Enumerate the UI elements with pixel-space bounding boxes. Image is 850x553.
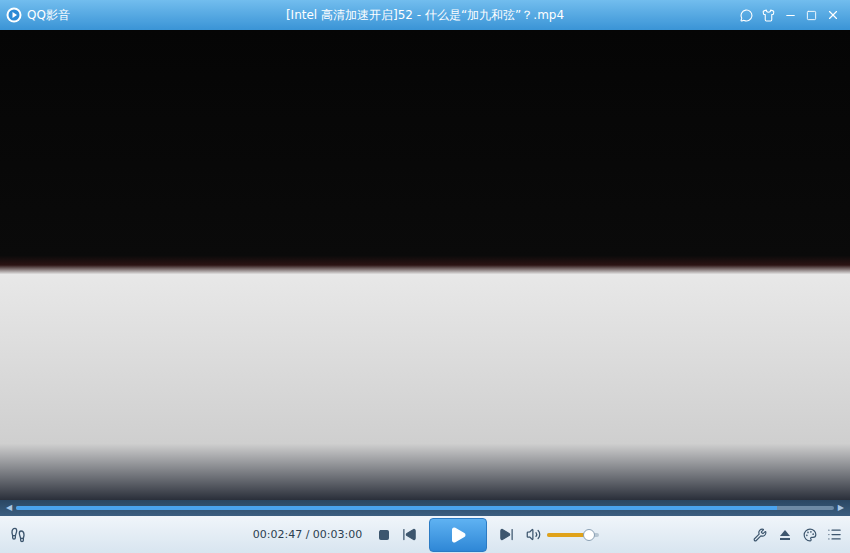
progress-strip: ◀▶ — [0, 500, 850, 516]
minimize-icon[interactable] — [784, 9, 797, 22]
progress-fill — [16, 506, 776, 510]
stop-icon[interactable] — [378, 529, 390, 541]
settings-icon[interactable] — [753, 528, 767, 542]
volume-control — [526, 527, 599, 542]
play-icon — [449, 526, 467, 544]
previous-icon[interactable] — [402, 527, 417, 542]
app-brand: QQ影音 — [6, 7, 278, 24]
volume-slider[interactable] — [547, 533, 599, 537]
seek-back-icon[interactable]: ◀ — [6, 504, 12, 512]
close-icon[interactable] — [826, 8, 840, 22]
color-icon[interactable] — [803, 528, 817, 542]
volume-knob[interactable] — [583, 529, 595, 541]
footprints-icon[interactable] — [10, 527, 26, 543]
app-logo-icon — [6, 7, 22, 23]
maximize-icon[interactable] — [806, 10, 817, 21]
time-display: 00:02:47 / 00:03:00 — [253, 528, 363, 541]
player-window: QQ影音[Intel 高清加速开启]52 - 什么是“加九和弦”？.mp4◀▶0… — [0, 0, 850, 553]
video-frame[interactable] — [0, 30, 850, 500]
control-bar: 00:02:47 / 00:03:00 — [0, 516, 850, 553]
play-button[interactable] — [429, 518, 487, 552]
chat-icon[interactable] — [740, 9, 753, 22]
seek-forward-icon[interactable]: ▶ — [838, 504, 844, 512]
volume-icon[interactable] — [526, 527, 541, 542]
playlist-icon[interactable] — [827, 527, 842, 542]
progress-track[interactable] — [16, 506, 834, 510]
window-buttons — [572, 8, 844, 22]
next-icon[interactable] — [499, 527, 514, 542]
title-bar: QQ影音 [Intel 高清加速开启]52 - 什么是“加九和弦”？.mp4 — [0, 0, 850, 30]
window-title: [Intel 高清加速开启]52 - 什么是“加九和弦”？.mp4 — [278, 7, 572, 24]
app-name: QQ影音 — [27, 7, 70, 24]
skin-icon[interactable] — [762, 9, 775, 22]
eject-icon[interactable] — [777, 527, 793, 543]
